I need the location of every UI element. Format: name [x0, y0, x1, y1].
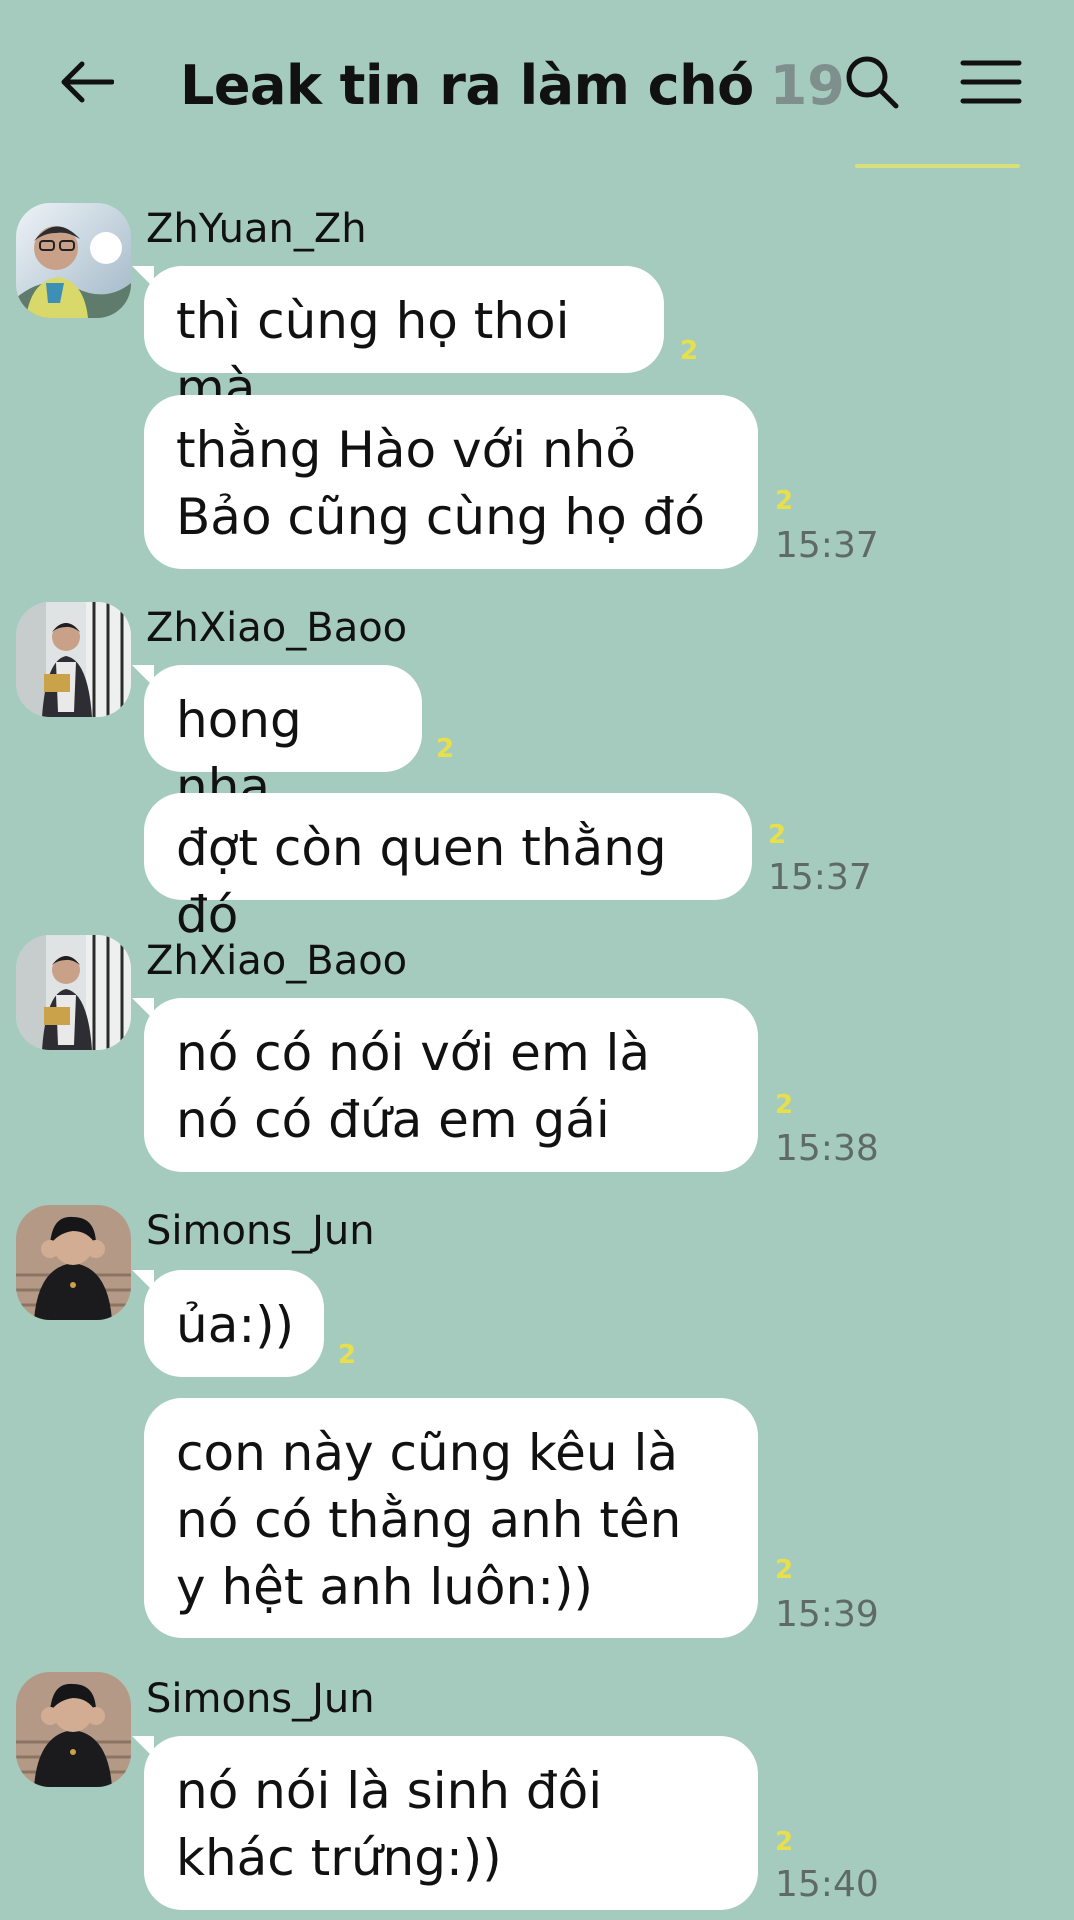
avatar[interactable]: [16, 203, 131, 318]
message-bubble[interactable]: nó có nói với em là nó có đứa em gái: [132, 998, 758, 1172]
message-bubble[interactable]: thằng Hào với nhỏ Bảo cũng cùng họ đó: [144, 395, 758, 569]
sender-name: ZhXiao_Baoo: [146, 605, 408, 651]
unread-count: 2: [775, 1090, 794, 1120]
message-bubble[interactable]: con này cũng kêu là nó có thằng anh tên …: [144, 1398, 758, 1638]
avatar[interactable]: [16, 1205, 131, 1320]
message-bubble[interactable]: hong nha: [132, 665, 422, 816]
message-text: thằng Hào với nhỏ Bảo cũng cùng họ đó: [176, 421, 705, 546]
message-bubble[interactable]: thì cùng họ thoi mà: [132, 266, 664, 417]
avatar-photo: [16, 1205, 131, 1320]
unread-count: 2: [768, 820, 787, 850]
message-timestamp: 15:40: [775, 1864, 879, 1905]
message-text: nó có nói với em là nó có đứa em gái: [176, 1024, 651, 1149]
message-timestamp: 15:38: [775, 1128, 879, 1169]
unread-count: 2: [680, 336, 699, 366]
message-timestamp: 15:37: [775, 525, 879, 566]
message-bubble[interactable]: đợt còn quen thằng đó: [144, 793, 752, 944]
avatar-photo: [16, 1672, 131, 1787]
unread-count: 2: [775, 486, 794, 516]
message-text: đợt còn quen thằng đó: [176, 819, 667, 944]
avatar[interactable]: [16, 602, 131, 717]
unread-count: 2: [338, 1340, 357, 1370]
unread-count: 2: [775, 1555, 794, 1585]
sender-name: Simons_Jun: [146, 1676, 375, 1722]
sender-name: Simons_Jun: [146, 1208, 375, 1254]
message-text: nó nói là sinh đôi khác trứng:)): [176, 1762, 603, 1887]
avatar[interactable]: [16, 935, 131, 1050]
sender-name: ZhYuan_Zh: [146, 206, 367, 252]
avatar-photo: [16, 602, 131, 717]
message-timestamp: 15:39: [775, 1594, 879, 1635]
message-bubble[interactable]: ủa:)): [132, 1270, 324, 1377]
avatar[interactable]: [16, 1672, 131, 1787]
sender-name: ZhXiao_Baoo: [146, 938, 408, 984]
unread-count: 2: [775, 1827, 794, 1857]
message-timestamp: 15:37: [768, 857, 872, 898]
avatar-photo: [16, 203, 131, 318]
message-text: ủa:)): [176, 1296, 295, 1354]
message-bubble[interactable]: nó nói là sinh đôi khác trứng:)): [132, 1736, 758, 1910]
unread-count: 2: [436, 734, 455, 764]
message-list[interactable]: ZhYuan_Zh thì cùng họ thoi mà 2 thằng Hà…: [0, 0, 1074, 1920]
avatar-photo: [16, 935, 131, 1050]
message-text: con này cũng kêu là nó có thằng anh tên …: [176, 1424, 682, 1616]
